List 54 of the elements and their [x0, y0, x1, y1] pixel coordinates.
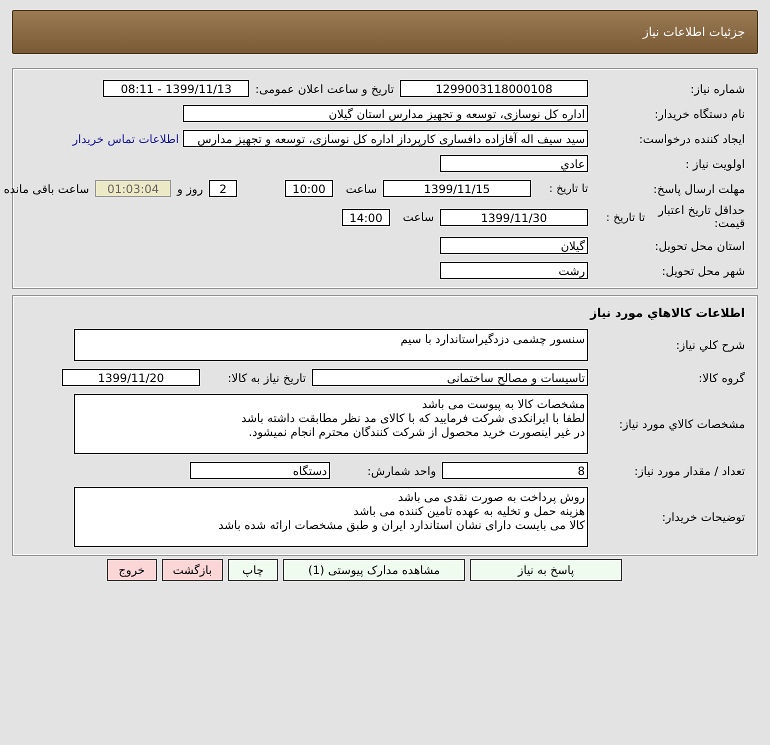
specs-line: لطفا با ایرانکدی شرکت فرمایید که با کالای مد نظر مطابقت داشته باشد	[240, 411, 585, 426]
field-label: تاریخ و ساعت اعلان عمومی:	[254, 82, 395, 96]
field-label: واحد شمارش:	[366, 464, 437, 478]
notes-line: هزینه حمل و تخلیه به عهده تامین کننده می باشد	[352, 504, 585, 518]
deadline-date-field: 1399/11/15	[383, 180, 531, 197]
need-number-field: 1299003118000108	[400, 80, 588, 97]
field-label: اولویت نیاز :	[684, 156, 745, 170]
field-label: مشخصات کالاي مورد نياز:	[618, 417, 745, 432]
field-label: روز و	[176, 182, 204, 196]
section-title: اطلاعات کالاهاي مورد نياز	[588, 306, 745, 320]
field-label: ساعت	[344, 182, 378, 196]
field-label: گروه کالا:	[698, 370, 745, 385]
remaining-time-field: 01:03:04	[95, 180, 172, 197]
field-label: تا تاریخ :	[605, 210, 645, 224]
field-label: تاریخ نیاز به کالا:	[226, 370, 307, 385]
province-field: گیلان	[440, 237, 588, 254]
action-button[interactable]: پاسخ به نیاز	[470, 559, 622, 582]
field-label: مهلت ارسال پاسخ:	[652, 182, 745, 196]
field-label: ایجاد کننده درخواست:	[638, 132, 745, 146]
specs-line: در غیر اینصورت خرید محصول از شرکت کنندگان محترم انجام نمیشود.	[248, 425, 585, 440]
field-label: ساعت	[402, 210, 435, 224]
action-button[interactable]: چاپ	[228, 559, 278, 582]
goods-group-field: تاسیسات و مصالح ساختمانی	[312, 369, 588, 386]
unit-field: دستگاه	[190, 462, 330, 480]
field-label: تا تاریخ :	[548, 182, 588, 195]
validity-date-field: 1399/11/30	[440, 208, 588, 226]
field-label: شرح کلي نياز:	[674, 338, 745, 352]
field-label: شماره نیاز:	[689, 82, 745, 96]
field-label: استان محل تحویل:	[654, 238, 745, 253]
description-field: سنسور چشمی دزدگیراستاندارد با سیم	[74, 329, 588, 362]
field-label: ساعت باقی مانده	[2, 182, 90, 196]
field-label: شهر محل تحویل:	[660, 264, 745, 278]
field-label: نام دستگاه خریدار:	[653, 106, 745, 120]
field-label: حداقل تاریخ اعتبار قیمت:	[656, 204, 745, 230]
action-button[interactable]: بازگشت	[162, 559, 223, 582]
field-label: توضیحات خریدار:	[660, 510, 745, 524]
validity-time-field: 14:00	[342, 208, 390, 226]
action-button[interactable]: مشاهده مدارک پیوستی (1)	[283, 559, 465, 582]
quantity-field: 8	[442, 462, 588, 480]
action-button[interactable]: خروج	[106, 559, 157, 582]
notes-line: روش پرداخت به صورت نقدی می باشد	[397, 490, 585, 504]
creator-field: سید سیف اله آقازاده دافساری کارپرداز اداره کل نوسازی، توسعه و تجهیز مدارس	[183, 130, 588, 147]
days-field: 2	[209, 180, 237, 197]
announce-date-field: 1399/11/13 - 08:11	[103, 80, 250, 97]
city-field: رشت	[440, 262, 588, 280]
page-title: جزئیات اطلاعات نیاز	[642, 25, 745, 39]
field-label: تعداد / مقدار مورد نیاز:	[633, 464, 745, 478]
need-date-field: 1399/11/20	[62, 369, 200, 386]
priority-field: عادي	[440, 155, 588, 172]
specs-line: مشخصات کالا به پیوست می باشد	[421, 397, 585, 412]
buyer-field: اداره کل نوسازی، توسعه و تجهیز مدارس استان گیلان	[183, 105, 588, 122]
notes-line: کالا می بایست دارای نشان استاندارد ایران و طبق مشخصات ارائه شده باشد	[217, 518, 585, 532]
contact-link[interactable]: اطلاعات تماس خریدار	[72, 132, 179, 146]
deadline-time-field: 10:00	[285, 180, 333, 197]
